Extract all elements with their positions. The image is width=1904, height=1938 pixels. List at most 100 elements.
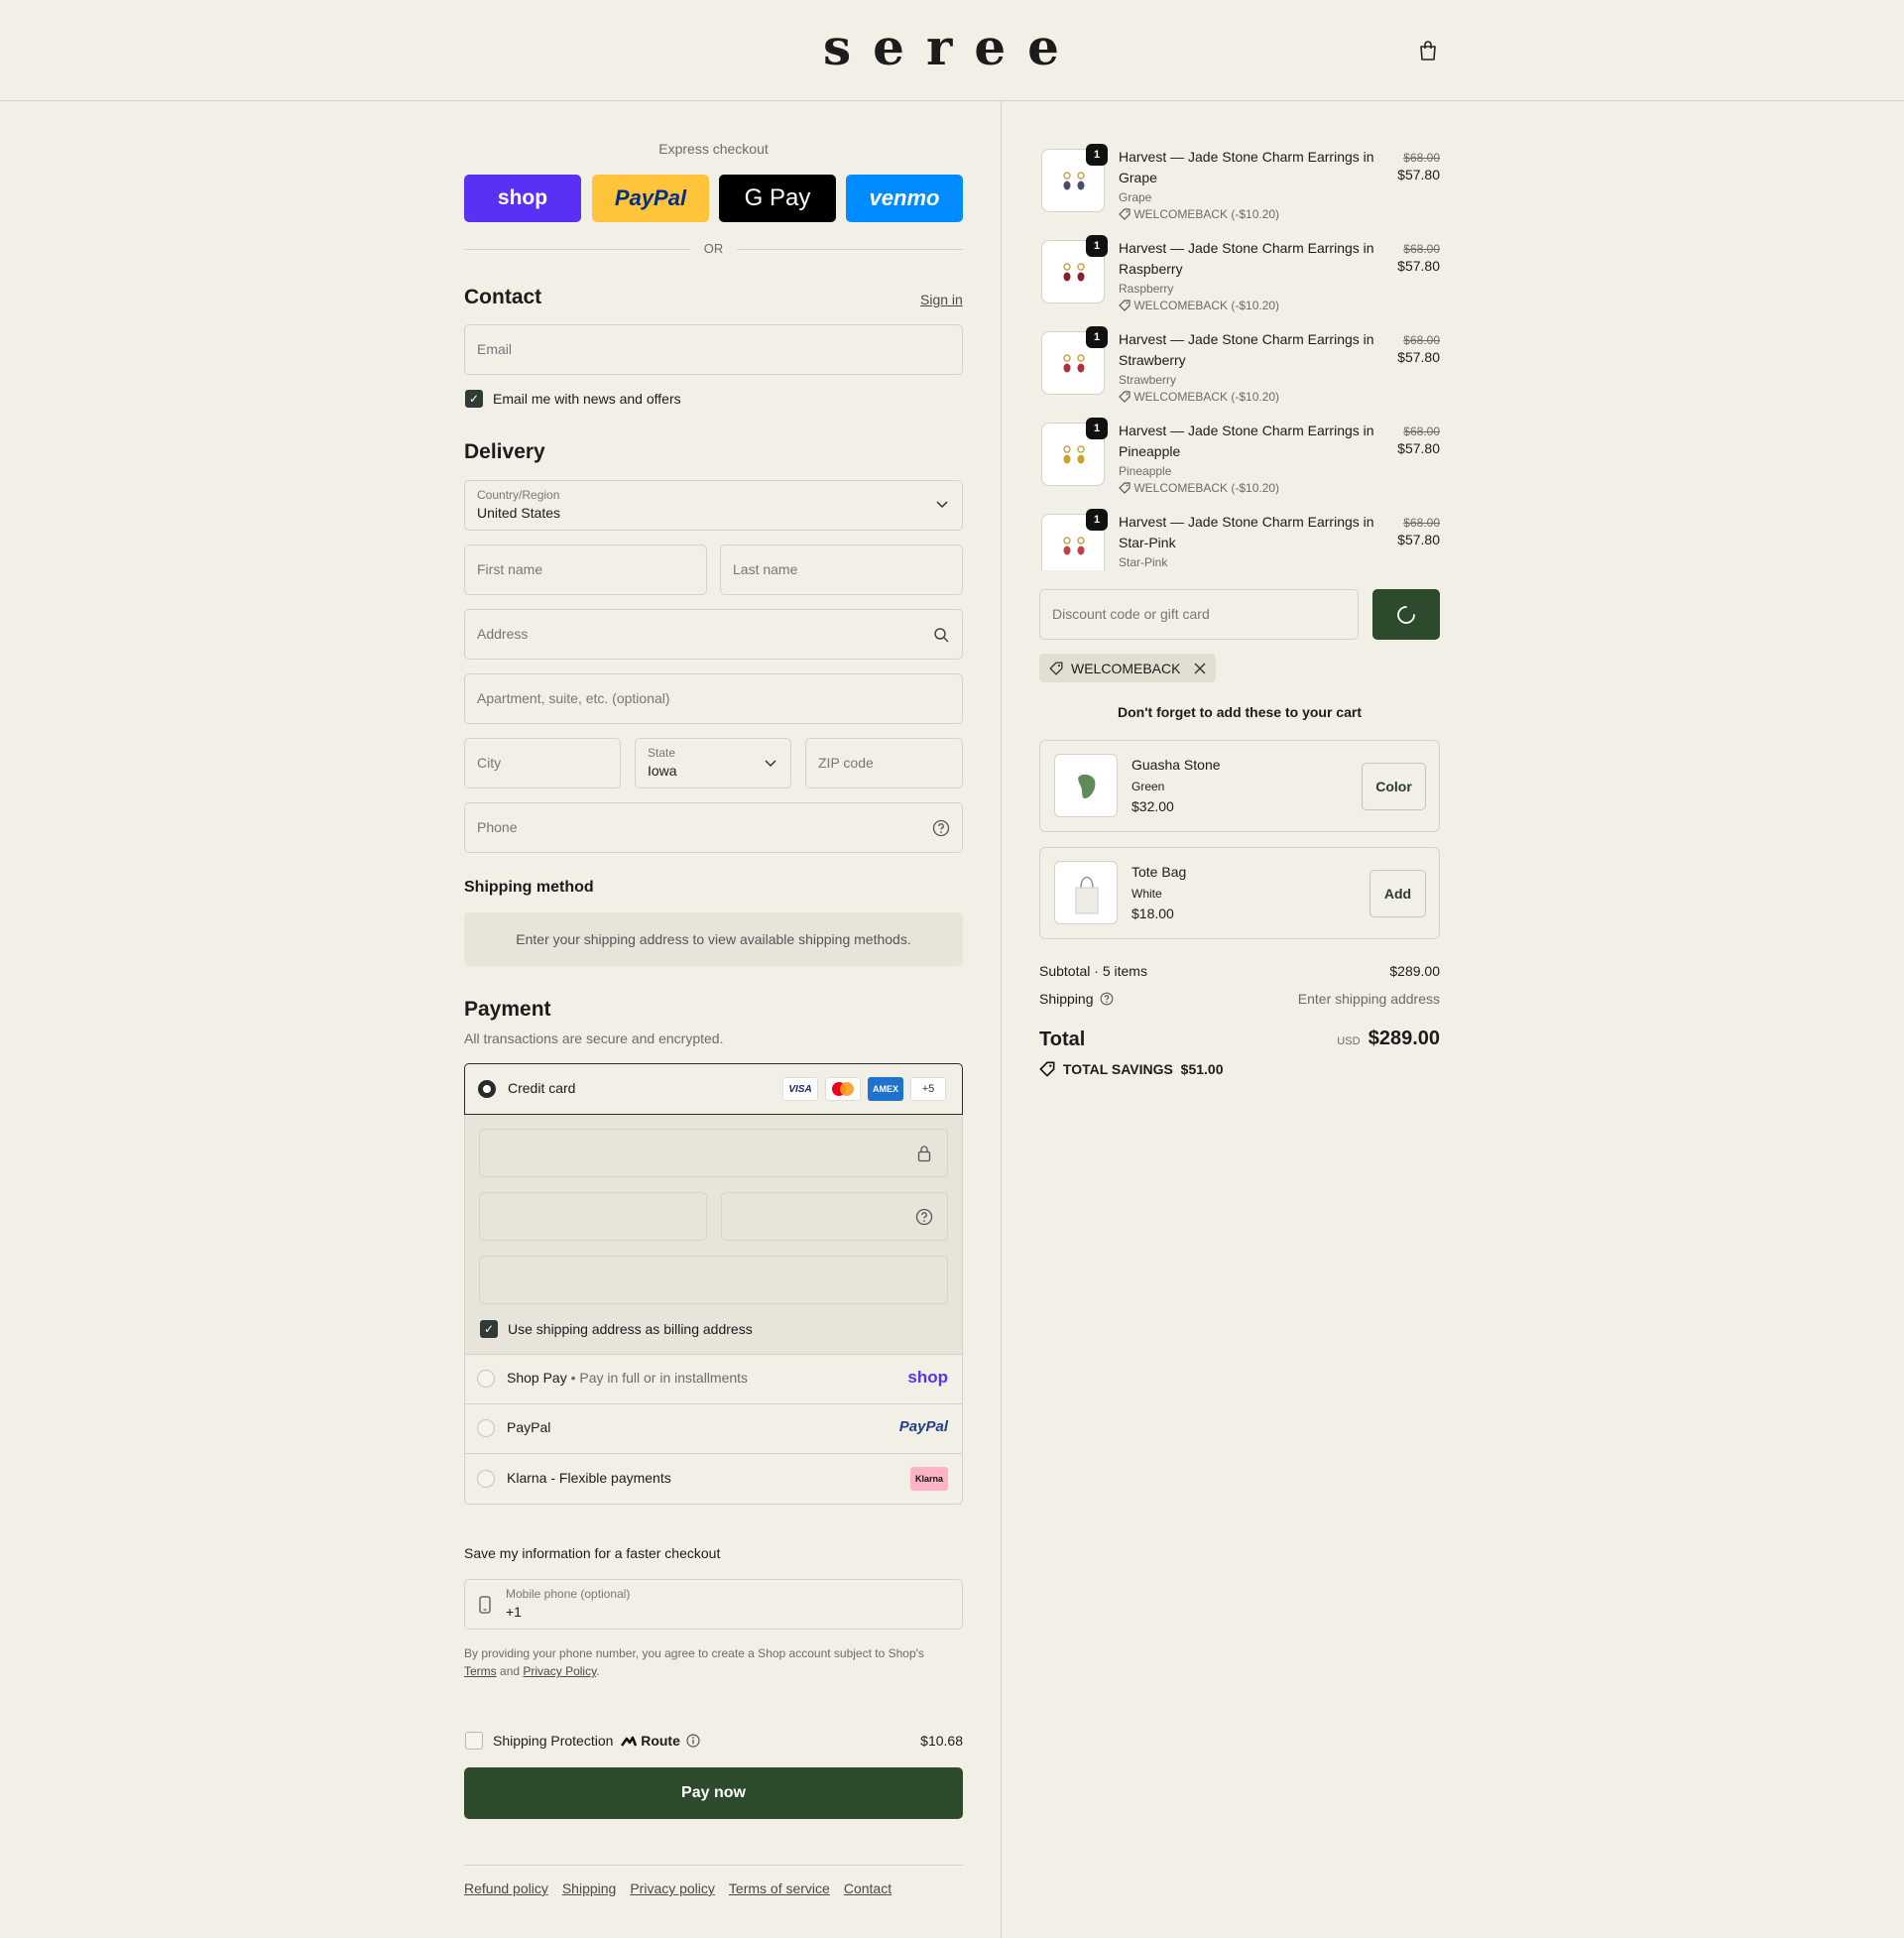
item-original-price: $68.00 bbox=[1403, 424, 1440, 438]
help-circle-icon[interactable] bbox=[932, 819, 950, 837]
paypal-option[interactable]: PayPal PayPal bbox=[465, 1404, 962, 1453]
save-phone-field[interactable]: Mobile phone (optional) +1 bbox=[464, 1579, 963, 1630]
upsell-variant: Green bbox=[1131, 780, 1165, 793]
state-select[interactable]: State Iowa bbox=[635, 738, 791, 788]
shopping-bag-icon[interactable] bbox=[1417, 40, 1439, 61]
privacy-link[interactable]: Privacy Policy bbox=[523, 1664, 596, 1678]
chevron-down-icon bbox=[765, 760, 776, 768]
quantity-badge: 1 bbox=[1086, 509, 1108, 531]
expiry-field[interactable] bbox=[479, 1192, 707, 1241]
google-pay-express-button[interactable]: G Pay bbox=[719, 175, 836, 222]
item-variant: Grape bbox=[1119, 190, 1152, 204]
zip-field[interactable]: ZIP code bbox=[805, 738, 963, 788]
address-field[interactable]: Address bbox=[464, 609, 963, 660]
discount-code-field[interactable]: Discount code or gift card bbox=[1039, 589, 1359, 640]
shop-pay-radio[interactable] bbox=[477, 1370, 495, 1388]
shipping-protection-label: Shipping Protection Route bbox=[493, 1733, 700, 1749]
upsell-name: Guasha Stone bbox=[1131, 757, 1221, 773]
item-name: Harvest — Jade Stone Charm Earrings in S… bbox=[1119, 514, 1374, 550]
upsell-card: Guasha Stone Green $32.00 Color bbox=[1039, 740, 1440, 832]
credit-card-option[interactable]: Credit card VISA AMEX +5 bbox=[464, 1063, 963, 1115]
shipping-method-notice: Enter your shipping address to view avai… bbox=[464, 912, 963, 966]
applied-discount-chip: WELCOMEBACK bbox=[1039, 654, 1217, 682]
item-price: $57.80 bbox=[1397, 167, 1440, 182]
name-on-card-field[interactable] bbox=[479, 1256, 948, 1304]
sign-in-link[interactable]: Sign in bbox=[920, 292, 963, 307]
product-thumbnail: 1 bbox=[1041, 326, 1108, 395]
city-field[interactable]: City bbox=[464, 738, 621, 788]
billing-same-label: Use shipping address as billing address bbox=[508, 1321, 753, 1337]
refund-policy-link[interactable]: Refund policy bbox=[464, 1880, 548, 1896]
klarna-radio[interactable] bbox=[477, 1470, 495, 1488]
paypal-radio[interactable] bbox=[477, 1419, 495, 1437]
quantity-badge: 1 bbox=[1086, 235, 1108, 257]
help-circle-icon[interactable] bbox=[1100, 992, 1114, 1006]
brand-logo[interactable]: seree bbox=[0, 18, 1904, 76]
search-icon bbox=[934, 628, 949, 643]
info-icon[interactable] bbox=[686, 1734, 700, 1748]
shipping-protection-checkbox[interactable] bbox=[465, 1732, 483, 1750]
klarna-logo: Klarna bbox=[910, 1467, 948, 1491]
tag-icon bbox=[1119, 482, 1130, 494]
newsletter-checkbox[interactable]: ✓ bbox=[465, 390, 483, 408]
credit-card-radio[interactable] bbox=[478, 1080, 496, 1098]
security-code-field[interactable] bbox=[721, 1192, 948, 1241]
item-discount: WELCOMEBACK (-$10.20) bbox=[1119, 207, 1279, 221]
card-number-field[interactable] bbox=[479, 1129, 948, 1177]
mastercard-icon bbox=[825, 1077, 861, 1101]
upsell-price: $18.00 bbox=[1131, 906, 1174, 921]
newsletter-label: Email me with news and offers bbox=[493, 391, 681, 407]
total-savings: TOTAL SAVINGS $51.00 bbox=[1039, 1061, 1223, 1077]
upsell-name: Tote Bag bbox=[1131, 864, 1187, 880]
total-label: Total bbox=[1039, 1029, 1086, 1050]
terms-of-service-link[interactable]: Terms of service bbox=[729, 1880, 830, 1896]
item-original-price: $68.00 bbox=[1403, 333, 1440, 347]
mobile-phone-icon bbox=[479, 1596, 491, 1614]
header: seree bbox=[0, 0, 1904, 101]
apartment-field[interactable]: Apartment, suite, etc. (optional) bbox=[464, 673, 963, 724]
upsell-color-button[interactable]: Color bbox=[1362, 763, 1426, 810]
cart-items-list: 1 Harvest — Jade Stone Charm Earrings in… bbox=[1039, 139, 1440, 570]
product-thumbnail: 1 bbox=[1041, 144, 1108, 212]
email-field[interactable]: Email bbox=[464, 324, 963, 375]
item-original-price: $68.00 bbox=[1403, 151, 1440, 165]
upsell-variant: White bbox=[1131, 887, 1162, 901]
amex-icon: AMEX bbox=[868, 1077, 903, 1101]
contact-heading: Contact bbox=[464, 286, 542, 308]
klarna-option[interactable]: Klarna - Flexible payments Klarna bbox=[465, 1454, 962, 1504]
country-select[interactable]: Country/Region United States bbox=[464, 480, 963, 531]
shop-pay-logo: shop bbox=[907, 1368, 948, 1387]
first-name-field[interactable]: First name bbox=[464, 545, 707, 595]
paypal-express-button[interactable]: PayPal bbox=[592, 175, 709, 222]
terms-link[interactable]: Terms bbox=[464, 1664, 497, 1678]
last-name-field[interactable]: Last name bbox=[720, 545, 963, 595]
upsell-add-button[interactable]: Add bbox=[1369, 870, 1426, 917]
item-price: $57.80 bbox=[1397, 349, 1440, 365]
express-checkout-label: Express checkout bbox=[658, 141, 769, 157]
chevron-down-icon bbox=[936, 501, 948, 509]
item-price: $57.80 bbox=[1397, 440, 1440, 456]
item-variant: Strawberry bbox=[1119, 373, 1177, 387]
tag-icon bbox=[1049, 662, 1063, 675]
item-discount: WELCOMEBACK (-$10.20) bbox=[1119, 481, 1279, 495]
cart-item: 1 Harvest — Jade Stone Charm Earrings in… bbox=[1039, 504, 1440, 570]
close-icon[interactable] bbox=[1194, 663, 1206, 674]
apply-discount-button[interactable] bbox=[1372, 589, 1440, 640]
item-variant: Star-Pink bbox=[1119, 555, 1168, 569]
contact-link[interactable]: Contact bbox=[844, 1880, 892, 1896]
shipping-link[interactable]: Shipping bbox=[562, 1880, 617, 1896]
item-discount: WELCOMEBACK (-$10.20) bbox=[1119, 299, 1279, 312]
quantity-badge: 1 bbox=[1086, 144, 1108, 166]
phone-field[interactable]: Phone bbox=[464, 802, 963, 853]
upsell-card: Tote Bag White $18.00 Add bbox=[1039, 847, 1440, 939]
help-circle-icon[interactable] bbox=[915, 1208, 933, 1226]
billing-same-checkbox[interactable]: ✓ bbox=[480, 1320, 498, 1338]
shop-pay-option[interactable]: Shop Pay • Pay in full or in installment… bbox=[465, 1355, 962, 1403]
privacy-policy-link[interactable]: Privacy policy bbox=[630, 1880, 715, 1896]
item-name: Harvest — Jade Stone Charm Earrings in R… bbox=[1119, 240, 1374, 277]
item-original-price: $68.00 bbox=[1403, 516, 1440, 530]
shop-pay-express-button[interactable]: shop bbox=[464, 175, 581, 222]
venmo-express-button[interactable]: venmo bbox=[846, 175, 963, 222]
column-divider bbox=[1001, 101, 1002, 1938]
pay-now-button[interactable]: Pay now bbox=[464, 1767, 963, 1819]
